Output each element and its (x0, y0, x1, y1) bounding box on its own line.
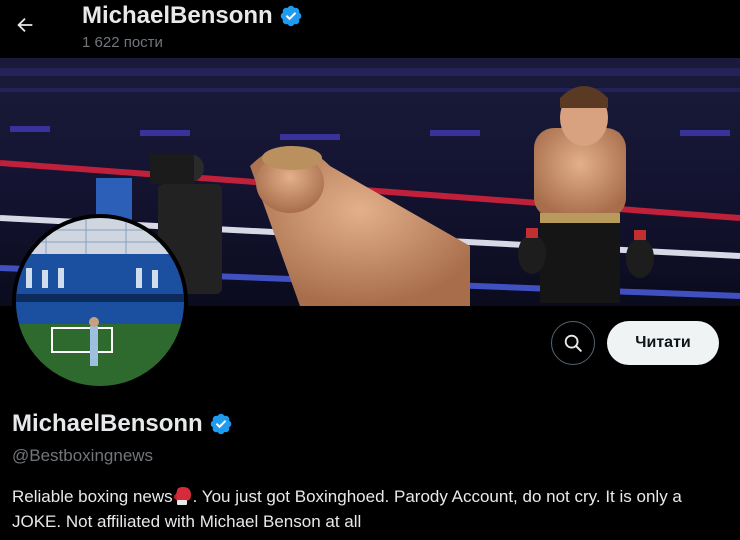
back-button[interactable] (8, 8, 42, 42)
verified-badge-icon (209, 412, 233, 436)
boxing-glove-icon (173, 487, 193, 505)
post-count: 1 622 пости (82, 34, 163, 51)
header-title: MichaelBensonn (82, 2, 303, 30)
header-name: MichaelBensonn (82, 2, 273, 29)
profile-avatar[interactable] (12, 214, 188, 390)
follow-button[interactable]: Читати (607, 321, 719, 365)
bio-text-part1: Reliable boxing news (12, 487, 173, 506)
profile-handle: @Bestboxingnews (12, 446, 154, 465)
profile-display-name: MichaelBensonn (12, 410, 233, 438)
top-bar: MichaelBensonn 1 622 пости (0, 0, 740, 58)
arrow-left-icon (17, 17, 33, 33)
search-button[interactable] (551, 321, 595, 365)
verified-badge-icon (279, 4, 303, 28)
display-name-text: MichaelBensonn (12, 410, 203, 437)
search-icon (564, 334, 582, 352)
profile-bio: Reliable boxing news. You just got Boxin… (12, 484, 728, 534)
